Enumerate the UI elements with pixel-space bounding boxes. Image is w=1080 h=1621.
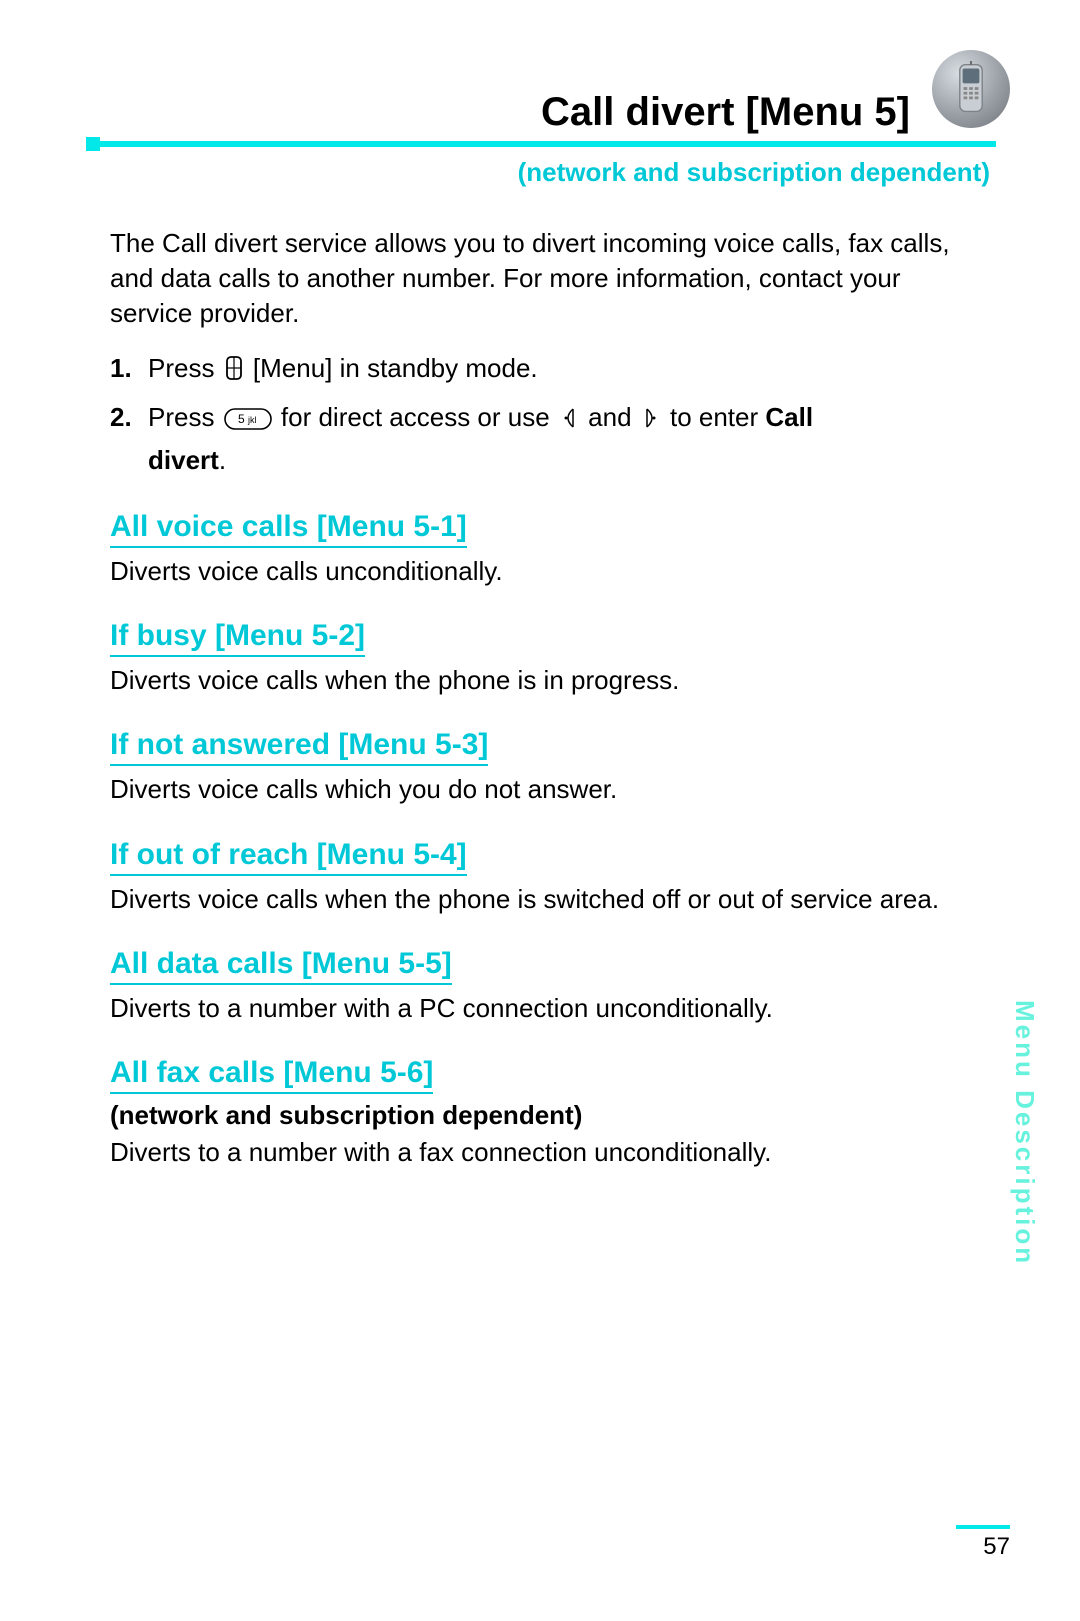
- step-2: 2. Press 5jkl for direct access or use a…: [110, 398, 990, 480]
- section-heading: All data calls [Menu 5-5]: [110, 947, 452, 985]
- step-text: to enter: [663, 402, 766, 432]
- nav-right-icon: [641, 402, 661, 441]
- step-number: 2.: [110, 398, 138, 480]
- section-all-fax-calls: All fax calls [Menu 5-6] (network and su…: [110, 1056, 990, 1170]
- step-body: Press 5jkl for direct access or use and …: [148, 398, 990, 480]
- steps-list: 1. Press [Menu] in standby mode. 2. Pres…: [110, 349, 990, 480]
- section-body: Diverts to a number with a fax connectio…: [110, 1135, 990, 1170]
- title-rule: [100, 141, 996, 147]
- section-heading: If busy [Menu 5-2]: [110, 619, 365, 657]
- key-5-icon: 5jkl: [224, 402, 272, 441]
- step-1: 1. Press [Menu] in standby mode.: [110, 349, 990, 392]
- page-number: 57: [956, 1533, 1010, 1561]
- phone-icon: [932, 50, 1010, 128]
- step-text: and: [581, 402, 639, 432]
- step-text: [Menu] in standby mode.: [246, 353, 538, 383]
- section-heading: All voice calls [Menu 5-1]: [110, 510, 467, 548]
- page-subtitle: (network and subscription dependent): [110, 157, 990, 188]
- page-title: Call divert [Menu 5]: [110, 90, 910, 135]
- step-text: Press: [148, 402, 222, 432]
- svg-text:jkl: jkl: [247, 415, 257, 425]
- step-text: .: [219, 445, 226, 475]
- section-heading: All fax calls [Menu 5-6]: [110, 1056, 433, 1094]
- section-all-voice-calls: All voice calls [Menu 5-1] Diverts voice…: [110, 510, 990, 589]
- section-heading: If not answered [Menu 5-3]: [110, 728, 488, 766]
- section-if-busy: If busy [Menu 5-2] Diverts voice calls w…: [110, 619, 990, 698]
- softkey-icon: [224, 353, 244, 392]
- manual-page: Call divert [Menu 5] (network and subscr…: [0, 0, 1080, 1621]
- section-body: Diverts to a number with a PC connection…: [110, 991, 990, 1026]
- step-bold: divert: [148, 445, 219, 475]
- section-note: (network and subscription dependent): [110, 1100, 990, 1131]
- step-number: 1.: [110, 349, 138, 392]
- section-if-not-answered: If not answered [Menu 5-3] Diverts voice…: [110, 728, 990, 807]
- side-chapter-label: Menu Description: [1009, 1000, 1040, 1266]
- intro-paragraph: The Call divert service allows you to di…: [110, 226, 990, 331]
- step-text: for direct access or use: [274, 402, 557, 432]
- section-if-out-of-reach: If out of reach [Menu 5-4] Diverts voice…: [110, 838, 990, 917]
- section-body: Diverts voice calls which you do not ans…: [110, 772, 990, 807]
- step-bold: Call: [765, 402, 813, 432]
- svg-text:5: 5: [238, 412, 245, 426]
- page-number-rule: [956, 1525, 1010, 1529]
- section-heading: If out of reach [Menu 5-4]: [110, 838, 467, 876]
- step-text: Press: [148, 353, 222, 383]
- section-body: Diverts voice calls when the phone is in…: [110, 663, 990, 698]
- section-all-data-calls: All data calls [Menu 5-5] Diverts to a n…: [110, 947, 990, 1026]
- section-body: Diverts voice calls unconditionally.: [110, 554, 990, 589]
- nav-left-icon: [559, 402, 579, 441]
- step-body: Press [Menu] in standby mode.: [148, 349, 990, 392]
- section-body: Diverts voice calls when the phone is sw…: [110, 882, 990, 917]
- page-number-block: 57: [956, 1525, 1010, 1561]
